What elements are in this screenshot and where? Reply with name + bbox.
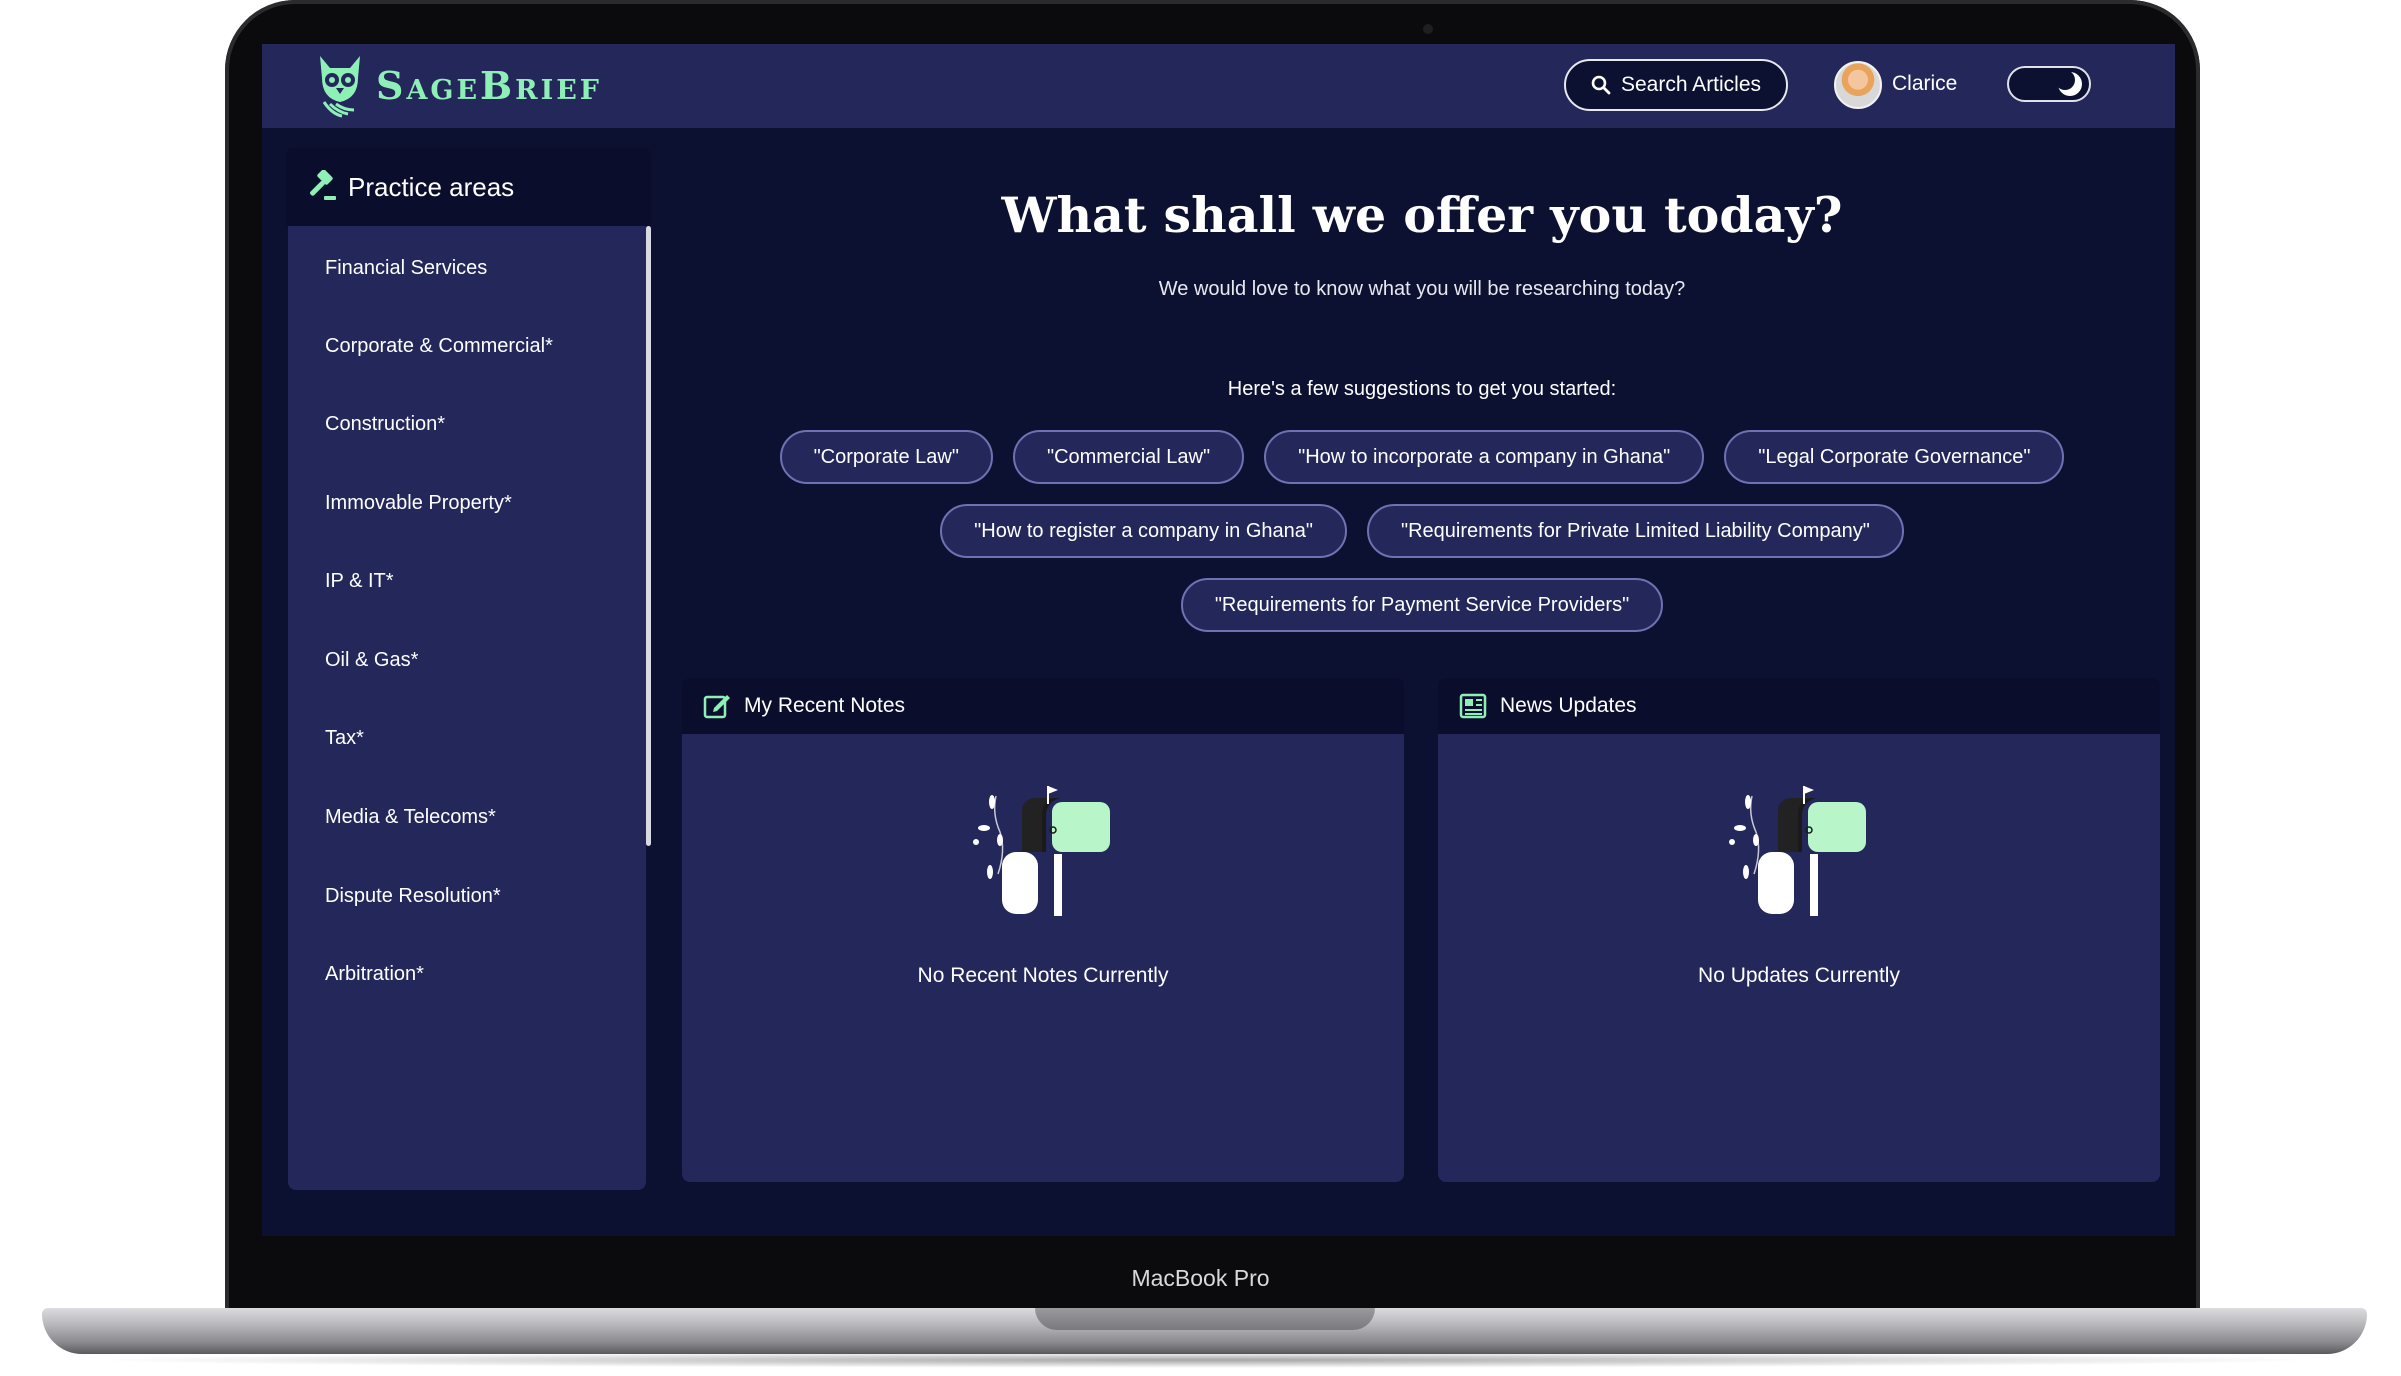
suggestion-row-2: "How to register a company in Ghana" "Re… [682, 504, 2162, 558]
suggestion-row-3: "Requirements for Payment Service Provid… [682, 578, 2162, 632]
moon-icon [2057, 71, 2082, 96]
suggestion-chip[interactable]: "Requirements for Payment Service Provid… [1180, 578, 1664, 632]
suggestions-label: Here's a few suggestions to get you star… [1227, 378, 1617, 400]
sidebar-header: Practice areas [286, 148, 651, 226]
recent-notes-body: No Recent Notes Currently [682, 734, 1404, 1182]
mailbox-illustration [973, 786, 1110, 916]
suggestion-chip[interactable]: "Legal Corporate Governance" [1724, 430, 2065, 484]
search-articles-label: Search Articles [1620, 73, 1762, 96]
laptop-notch [1035, 1308, 1375, 1330]
note-edit-icon [703, 695, 730, 719]
suggestion-chip[interactable]: "Commercial Law" [1012, 430, 1245, 484]
sidebar-title: Practice areas [348, 171, 515, 202]
sidebar-item-corporate-commercial[interactable]: Corporate & Commercial* [325, 326, 553, 366]
recent-notes-title: My Recent Notes [744, 694, 906, 717]
newspaper-icon [1459, 693, 1487, 719]
search-articles-button[interactable]: Search Articles [1564, 59, 1788, 111]
gavel-icon [310, 170, 336, 200]
sidebar-item-immovable-property[interactable]: Immovable Property* [325, 483, 512, 523]
suggestion-chip[interactable]: "How to incorporate a company in Ghana" [1264, 430, 1705, 484]
recent-notes-panel: My Recent Notes No Recent Notes Currentl… [682, 678, 1404, 1182]
news-updates-header: News Updates [1438, 678, 2160, 734]
news-updates-body: No Updates Currently [1438, 734, 2160, 1182]
search-icon [1591, 75, 1611, 95]
sidebar-list: Financial Services Corporate & Commercia… [288, 226, 646, 1190]
sidebar-item-arbitration[interactable]: Arbitration* [325, 954, 424, 994]
news-updates-panel: News Updates No Updates Currently [1438, 678, 2160, 1182]
page-title: What shall we offer you today? [1001, 186, 1843, 244]
sidebar-item-construction[interactable]: Construction* [325, 404, 445, 444]
sidebar-scrollbar[interactable] [646, 226, 651, 846]
top-navigation-bar: SageBrief Search Articles Clarice [262, 44, 2175, 128]
news-updates-title: News Updates [1500, 694, 1637, 717]
page-subtitle: We would love to know what you will be r… [1158, 278, 1686, 300]
suggestion-chip[interactable]: "Corporate Law" [779, 430, 993, 484]
sidebar-item-ip-it[interactable]: IP & IT* [325, 561, 394, 601]
app-screen: SageBrief Search Articles Clarice Practi… [262, 44, 2175, 1236]
news-empty-message: No Updates Currently [1698, 964, 1900, 987]
owl-logo-icon[interactable] [312, 52, 368, 118]
suggestion-chip[interactable]: "How to register a company in Ghana" [940, 504, 1347, 558]
sidebar-item-tax[interactable]: Tax* [325, 718, 364, 758]
theme-toggle[interactable] [2007, 66, 2091, 102]
sidebar-item-financial-services[interactable]: Financial Services [325, 248, 487, 288]
recent-notes-header: My Recent Notes [682, 678, 1404, 734]
user-name[interactable]: Clarice [1892, 66, 1957, 102]
practice-areas-sidebar: Practice areas Financial Services Corpor… [286, 148, 651, 1190]
notes-empty-message: No Recent Notes Currently [917, 964, 1169, 987]
brand-name[interactable]: SageBrief [376, 58, 602, 114]
avatar[interactable] [1834, 61, 1882, 109]
laptop-shadow [80, 1352, 2330, 1368]
sidebar-item-oil-gas[interactable]: Oil & Gas* [325, 640, 418, 680]
sidebar-item-media-telecoms[interactable]: Media & Telecoms* [325, 797, 496, 837]
suggestion-row-1: "Corporate Law" "Commercial Law" "How to… [682, 430, 2162, 484]
device-label: MacBook Pro [1131, 1265, 1270, 1291]
sidebar-item-dispute-resolution[interactable]: Dispute Resolution* [325, 876, 501, 916]
mailbox-illustration [1729, 786, 1866, 916]
camera-dot [1423, 24, 1433, 34]
suggestion-chip[interactable]: "Requirements for Private Limited Liabil… [1366, 504, 1904, 558]
main-content: What shall we offer you today? We would … [682, 148, 2162, 1198]
